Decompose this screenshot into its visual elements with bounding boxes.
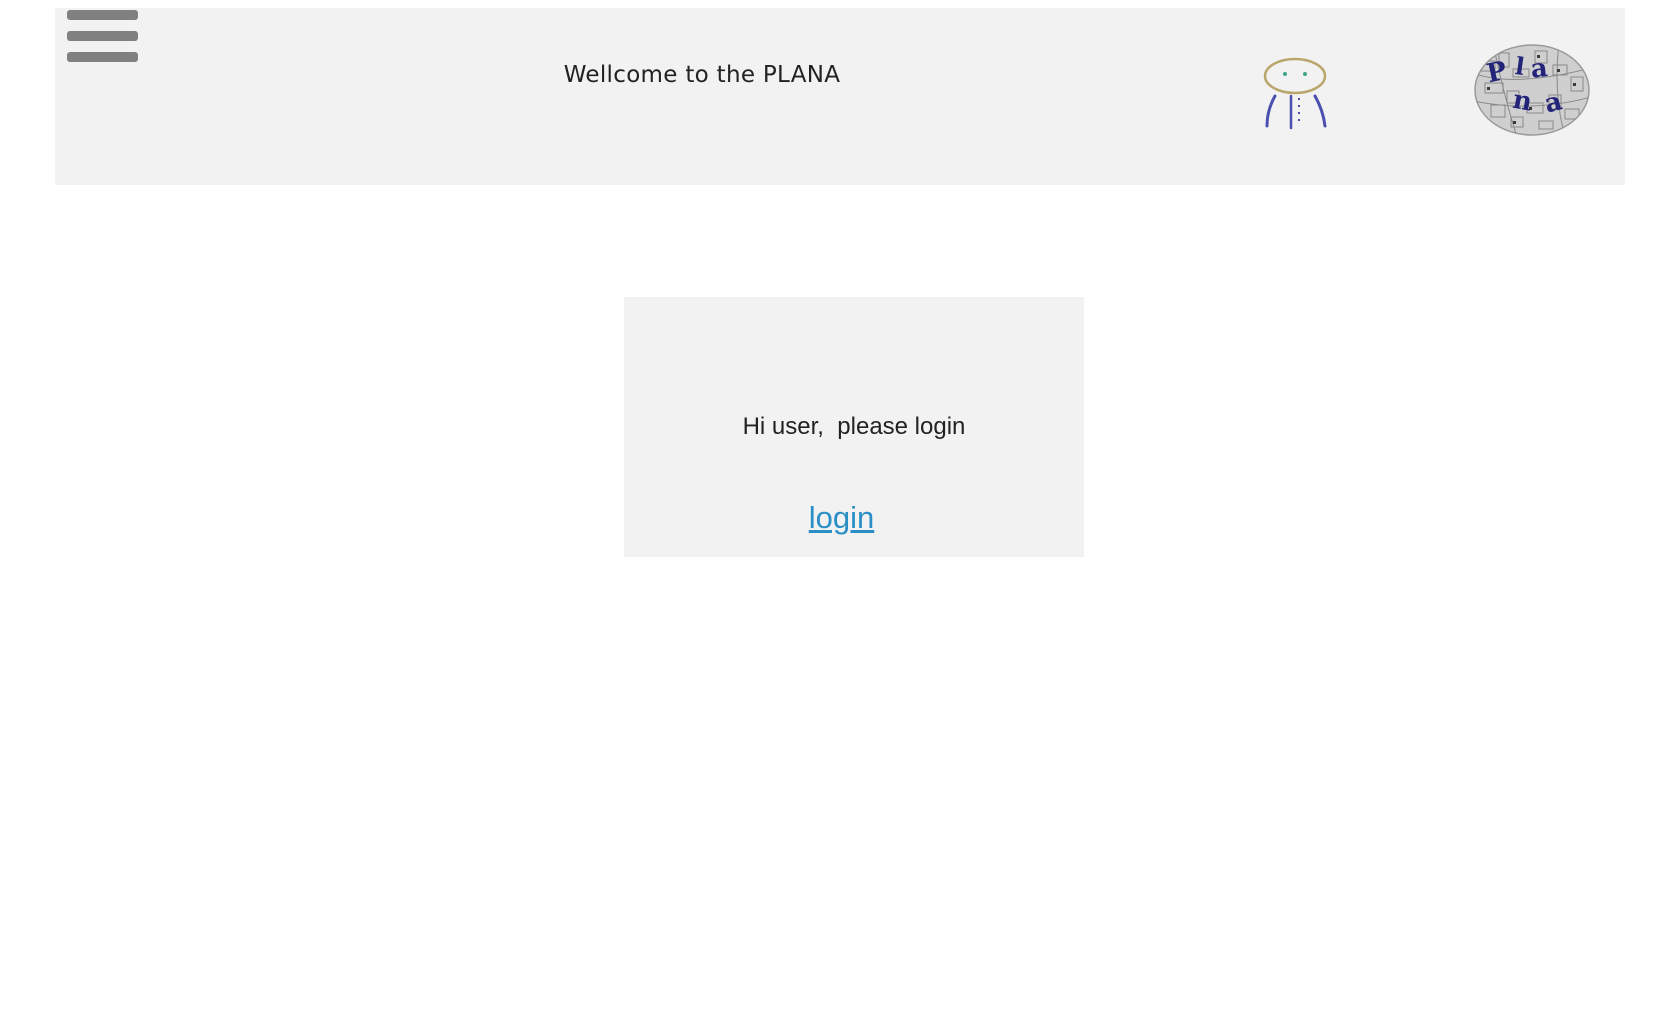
page-title: Wellcome to the PLANA (563, 62, 841, 88)
login-link[interactable]: login (624, 500, 1059, 536)
menu-bar-bottom (67, 52, 138, 62)
svg-text:a: a (1529, 53, 1549, 85)
header-bar (55, 8, 1625, 185)
login-card: Hi user, please login login (624, 297, 1084, 557)
login-prompt-text: Hi user, please login (742, 413, 966, 440)
menu-bar-middle (67, 31, 138, 41)
hamburger-menu-icon[interactable] (67, 10, 139, 66)
plana-logo-icon[interactable]: P l a n a (1473, 43, 1591, 137)
menu-bar-top (67, 10, 138, 20)
user-avatar-icon[interactable] (1255, 54, 1335, 130)
